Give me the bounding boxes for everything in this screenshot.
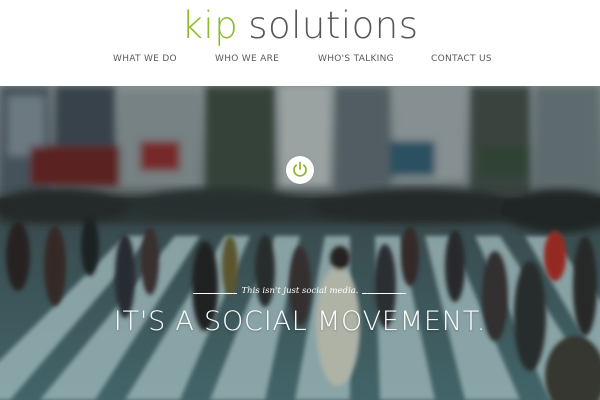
- tagline: This isn't just social media.: [241, 286, 359, 296]
- hero-headline: IT'S A SOCIAL MOVEMENT.: [113, 306, 487, 337]
- nav-item-contact-us[interactable]: CONTACT US: [431, 54, 492, 64]
- nav-item-what-we-do[interactable]: WHAT WE DO: [113, 54, 177, 64]
- site-header: kip solutions WHAT WE DO WHO WE ARE WHO'S…: [0, 0, 600, 86]
- main-nav: WHAT WE DO WHO WE ARE WHO'S TALKING CONT…: [0, 54, 600, 68]
- tagline-rule-right: [362, 293, 406, 294]
- nav-item-who-we-are[interactable]: WHO WE ARE: [215, 54, 279, 64]
- power-icon: [293, 161, 307, 177]
- logo-brand: kip: [181, 4, 239, 47]
- nav-item-whos-talking[interactable]: WHO'S TALKING: [318, 54, 394, 64]
- power-button[interactable]: [286, 156, 314, 184]
- logo-text: solutions: [248, 4, 419, 47]
- logo[interactable]: kip solutions: [0, 4, 600, 48]
- hero-background-photo: [0, 86, 600, 400]
- hero-banner: This isn't just social media. IT'S A SOC…: [0, 86, 600, 400]
- tagline-row: This isn't just social media.: [0, 286, 600, 300]
- tagline-rule-left: [193, 293, 237, 294]
